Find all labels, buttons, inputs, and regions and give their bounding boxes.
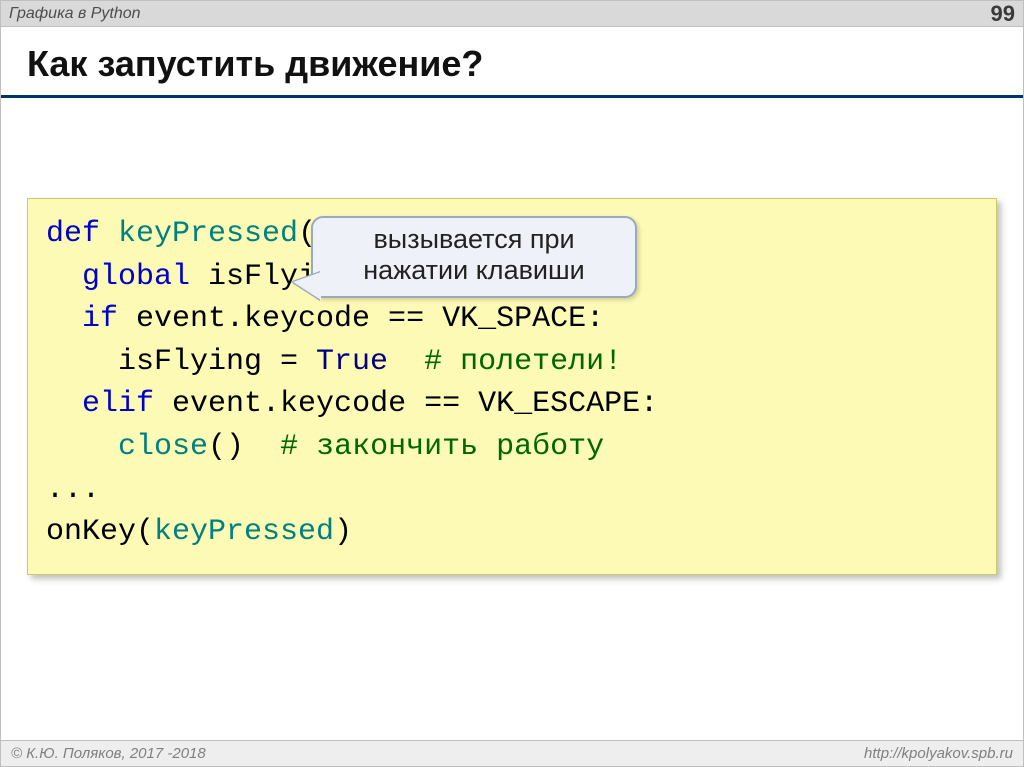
content-area: вызывается при нажатии клавиши def keyPr… — [1, 198, 1023, 575]
comment: # полетели! — [424, 345, 622, 379]
callout-bubble: вызывается при нажатии клавиши — [311, 216, 637, 298]
code-text: () — [208, 430, 244, 464]
top-bar: Графика в Python 99 — [1, 1, 1023, 27]
code-text: event.keycode == VK_SPACE: — [118, 302, 604, 336]
func-close: close — [118, 430, 208, 464]
func-name: keyPressed — [100, 217, 298, 251]
page-number: 99 — [991, 1, 1015, 27]
keyword-elif: elif — [46, 387, 154, 421]
code-text — [388, 345, 424, 379]
code-text — [244, 430, 280, 464]
bottom-bar: © К.Ю. Поляков, 2017 -2018 http://kpolya… — [1, 740, 1023, 766]
keyword-def: def — [46, 217, 100, 251]
presentation-title: Графика в Python — [9, 5, 141, 23]
func-arg: keyPressed — [154, 515, 334, 549]
keyword-true: True — [316, 345, 388, 379]
code-text: ( — [136, 515, 154, 549]
slide-title: Как запустить движение? — [1, 27, 1023, 98]
code-text: ... — [46, 473, 100, 507]
code-text — [46, 430, 118, 464]
footer-url: http://kpolyakov.spb.ru — [864, 745, 1013, 762]
copyright: © К.Ю. Поляков, 2017 -2018 — [11, 745, 206, 762]
func-onkey: onKey — [46, 515, 136, 549]
keyword-if: if — [46, 302, 118, 336]
code-text: event.keycode == VK_ESCAPE: — [154, 387, 658, 421]
slide: Графика в Python 99 Как запустить движен… — [0, 0, 1024, 767]
callout-line: вызывается при — [373, 224, 574, 254]
callout-line: нажатии клавиши — [363, 255, 585, 285]
keyword-global: global — [46, 260, 190, 294]
comment: # закончить работу — [280, 430, 604, 464]
code-text: ) — [334, 515, 352, 549]
callout-tail-icon — [293, 272, 321, 300]
code-text: isFlying = — [46, 345, 316, 379]
